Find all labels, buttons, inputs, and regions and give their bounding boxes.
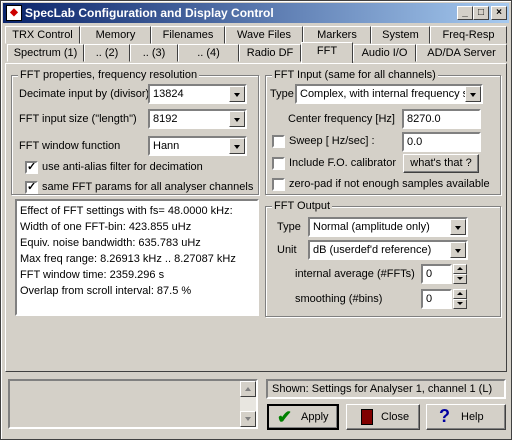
output-type-combo[interactable]: Normal (amplitude only) <box>308 217 468 237</box>
status-shown: Shown: Settings for Analyser 1, channel … <box>266 379 506 399</box>
spin-down-icon[interactable] <box>453 274 467 284</box>
fft-info-memo: Effect of FFT settings with fs= 48.0000 … <box>15 199 259 316</box>
input-type-combo[interactable]: Complex, with internal frequency s <box>295 84 483 104</box>
info-line: Width of one FFT-bin: 423.855 uHz <box>20 221 192 233</box>
help-label: Help <box>461 411 484 423</box>
fft-window-combo[interactable]: Hann <box>148 136 247 156</box>
info-line: Effect of FFT settings with fs= 48.0000 … <box>20 205 233 217</box>
output-unit-combo[interactable]: dB (userdef'd reference) <box>308 240 468 260</box>
sweep-field[interactable]: 0.0 <box>402 132 481 152</box>
close-window-button[interactable]: × <box>491 6 507 20</box>
chevron-down-icon[interactable] <box>229 138 245 154</box>
tab-spectrum-4[interactable]: .. (4) <box>178 44 239 62</box>
input-type-label: Type <box>270 88 294 100</box>
decimate-value: 13824 <box>153 88 184 100</box>
zeropad-label: zero-pad if not enough samples available <box>289 178 490 190</box>
tab-fft[interactable]: FFT <box>301 42 353 63</box>
apply-label: Apply <box>301 411 329 423</box>
fft-output-legend: FFT Output <box>272 200 333 212</box>
scroll-down-icon[interactable] <box>240 411 256 427</box>
scroll-up-icon[interactable] <box>240 381 256 397</box>
door-icon <box>361 409 373 425</box>
chevron-down-icon[interactable] <box>450 242 466 258</box>
info-line: FFT window time: 2359.296 s <box>20 269 165 281</box>
status-shown-text: Shown: Settings for Analyser 1, channel … <box>272 383 493 395</box>
maximize-button[interactable]: □ <box>473 6 489 20</box>
output-type-value: Normal (amplitude only) <box>313 221 430 233</box>
fft-input-size-combo[interactable]: 8192 <box>148 109 247 129</box>
window-title: SpecLab Configuration and Display Contro… <box>25 6 274 20</box>
same-params-checkbox[interactable]: ✓ <box>25 181 38 194</box>
internal-average-spinner[interactable] <box>453 264 467 284</box>
tab-memory[interactable]: Memory <box>80 26 151 44</box>
same-params-label: same FFT params for all analyser channel… <box>42 181 254 193</box>
calibrator-checkbox[interactable] <box>272 157 285 170</box>
message-scrollbar[interactable] <box>240 381 256 427</box>
fft-input-size-value: 8192 <box>153 113 178 125</box>
tab-wave-files[interactable]: Wave Files <box>225 26 303 44</box>
spin-up-icon[interactable] <box>453 264 467 274</box>
chevron-down-icon[interactable] <box>229 86 245 102</box>
help-button[interactable]: ? Help <box>426 404 506 430</box>
title-bar[interactable]: ◆ SpecLab Configuration and Display Cont… <box>3 3 509 23</box>
output-type-label: Type <box>277 221 301 233</box>
input-type-value: Complex, with internal frequency s <box>300 88 469 100</box>
smoothing-field[interactable]: 0 <box>421 289 452 309</box>
config-window: ◆ SpecLab Configuration and Display Cont… <box>0 0 512 440</box>
close-button[interactable]: Close <box>346 404 420 430</box>
smoothing-spinner[interactable] <box>453 289 467 309</box>
info-line: Overlap from scroll interval: 87.5 % <box>20 285 192 297</box>
zeropad-checkbox[interactable] <box>272 178 285 191</box>
fft-window-value: Hann <box>153 140 180 152</box>
tab-system[interactable]: System <box>371 26 430 44</box>
chevron-down-icon[interactable] <box>450 219 466 235</box>
tab-spectrum-1[interactable]: Spectrum (1) <box>7 44 84 62</box>
calibrator-label: Include F.O. calibrator <box>289 157 396 169</box>
fft-input-size-label: FFT input size ("length") <box>19 113 137 125</box>
fft-window-label: FFT window function <box>19 140 121 152</box>
tab-spectrum-2[interactable]: .. (2) <box>84 44 130 62</box>
fft-input-legend: FFT Input (same for all channels) <box>272 69 438 81</box>
tab-trx-control[interactable]: TRX Control <box>5 26 80 44</box>
fft-properties-legend: FFT properties, frequency resolution <box>18 69 200 81</box>
internal-average-label: internal average (#FFTs) <box>295 268 415 280</box>
antialias-label: use anti-alias filter for decimation <box>42 161 203 173</box>
tab-filenames[interactable]: Filenames <box>151 26 225 44</box>
checkmark-icon: ✔ <box>277 407 293 427</box>
output-unit-value: dB (userdef'd reference) <box>313 244 432 256</box>
tab-audio-io[interactable]: Audio I/O <box>353 44 416 62</box>
tab-freq-resp[interactable]: Freq-Resp <box>430 26 507 44</box>
internal-average-field[interactable]: 0 <box>421 264 452 284</box>
whats-that-button[interactable]: what's that ? <box>403 154 479 173</box>
tab-radio-df[interactable]: Radio DF <box>239 44 301 62</box>
sweep-label: Sweep [ Hz/sec] : <box>289 135 375 147</box>
info-line: Equiv. noise bandwidth: 635.783 uHz <box>20 237 201 249</box>
center-frequency-label: Center frequency [Hz] <box>288 113 395 125</box>
minimize-button[interactable]: _ <box>457 6 473 20</box>
tab-ad-da-server[interactable]: AD/DA Server <box>416 44 507 62</box>
chevron-down-icon[interactable] <box>465 86 481 102</box>
antialias-checkbox[interactable]: ✓ <box>25 161 38 174</box>
smoothing-label: smoothing (#bins) <box>295 293 383 305</box>
apply-button[interactable]: ✔ Apply <box>267 404 339 430</box>
spin-up-icon[interactable] <box>453 289 467 299</box>
info-line: Max freq range: 8.26913 kHz .. 8.27087 k… <box>20 253 236 265</box>
sweep-checkbox[interactable] <box>272 135 285 148</box>
close-label: Close <box>381 411 410 423</box>
decimate-label: Decimate input by (divisor) <box>19 88 150 100</box>
spin-down-icon[interactable] <box>453 299 467 309</box>
chevron-down-icon[interactable] <box>229 111 245 127</box>
output-unit-label: Unit <box>277 244 297 256</box>
decimate-combo[interactable]: 13824 <box>148 84 247 104</box>
center-frequency-field[interactable]: 8270.0 <box>402 109 481 129</box>
message-box[interactable] <box>8 379 258 429</box>
tab-spectrum-3[interactable]: .. (3) <box>130 44 178 62</box>
question-mark-icon: ? <box>439 406 450 426</box>
app-icon[interactable]: ◆ <box>6 5 22 21</box>
